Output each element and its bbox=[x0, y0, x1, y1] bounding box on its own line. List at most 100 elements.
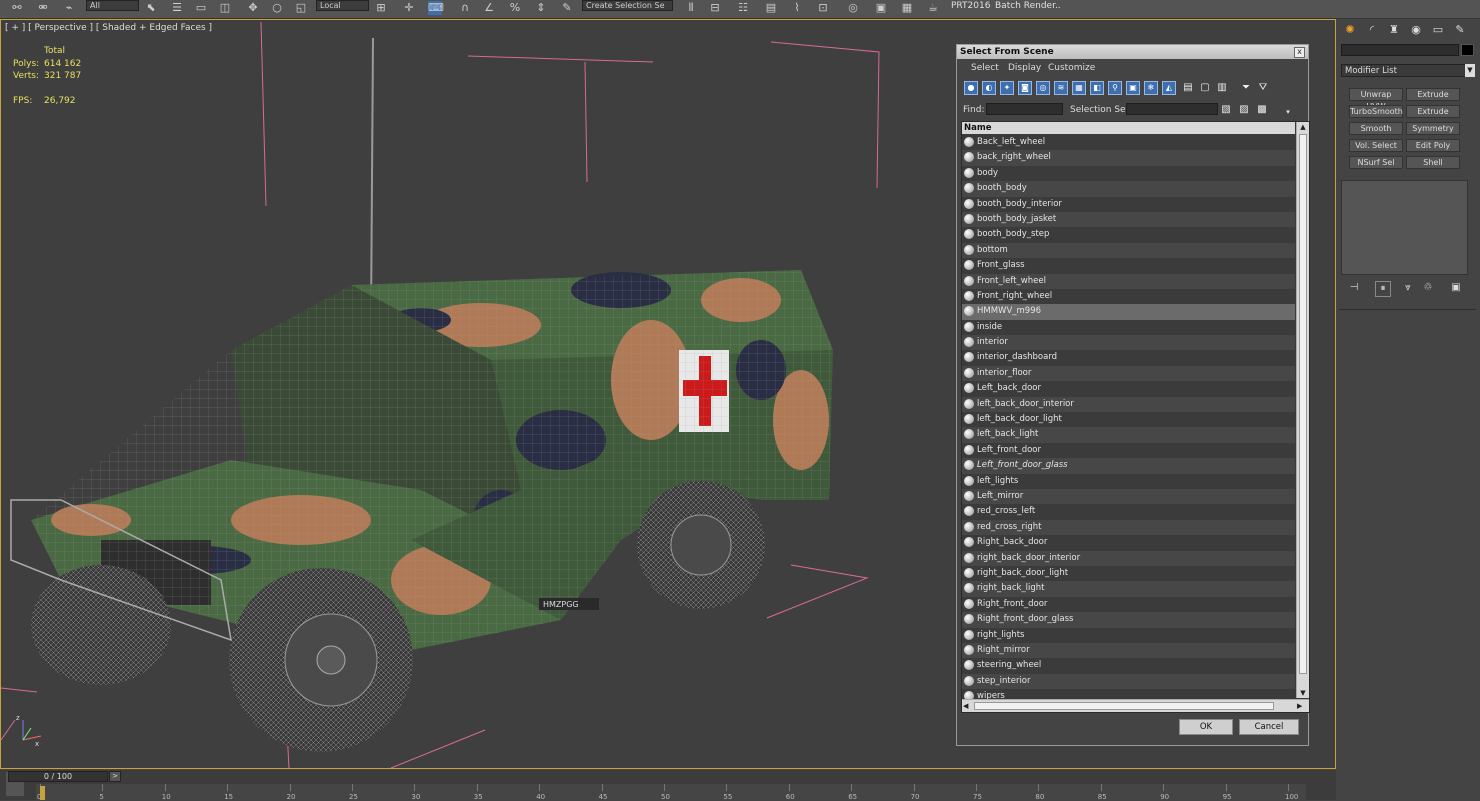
object-row[interactable]: right_back_door_interior bbox=[962, 550, 1295, 566]
shell-button[interactable]: Shell bbox=[1406, 156, 1460, 169]
filter-xrefs-icon[interactable]: ◧ bbox=[1090, 81, 1104, 95]
select-all-icon[interactable]: ▤ bbox=[1182, 81, 1194, 95]
object-row[interactable]: Front_right_wheel bbox=[962, 288, 1295, 305]
curve-editor-icon[interactable]: ⌇ bbox=[790, 1, 804, 15]
select-none-icon[interactable]: ▢ bbox=[1199, 81, 1211, 95]
object-row[interactable]: step_interior bbox=[962, 673, 1295, 690]
object-row[interactable]: back_right_wheel bbox=[962, 150, 1295, 166]
selset-remove-icon[interactable]: ▨ bbox=[1238, 103, 1250, 117]
layer-manager-icon[interactable]: ☷ bbox=[736, 1, 750, 15]
render-setup-icon[interactable]: ▣ bbox=[874, 1, 888, 15]
select-manipulate-icon[interactable]: ✛ bbox=[402, 1, 416, 15]
object-row[interactable]: left_back_door_light bbox=[962, 412, 1295, 428]
create-tab-icon[interactable]: ✺ bbox=[1343, 23, 1357, 37]
menu-select[interactable]: Select bbox=[971, 63, 999, 73]
object-row[interactable]: body bbox=[962, 165, 1295, 182]
object-row[interactable]: Left_mirror bbox=[962, 488, 1295, 505]
object-row[interactable]: booth_body_interior bbox=[962, 196, 1295, 212]
filter-bones-icon[interactable]: ⚲ bbox=[1108, 81, 1122, 95]
scroll-left-icon[interactable]: ◀ bbox=[963, 702, 968, 710]
column-header-name[interactable]: Name bbox=[962, 122, 1295, 134]
object-row[interactable]: interior_dashboard bbox=[962, 350, 1295, 366]
horizontal-scrollbar[interactable]: ◀ ▶ bbox=[962, 699, 1309, 712]
pin-stack-icon[interactable]: ⊣ bbox=[1347, 281, 1361, 295]
filter-hidden-icon[interactable]: ◭ bbox=[1162, 81, 1176, 95]
find-input[interactable] bbox=[986, 103, 1063, 115]
object-row[interactable]: Right_mirror bbox=[962, 642, 1295, 659]
select-by-name-icon[interactable]: ☰ bbox=[170, 1, 184, 15]
object-row[interactable]: steering_wheel bbox=[962, 658, 1295, 674]
utilities-tab-icon[interactable]: ✎ bbox=[1453, 23, 1467, 37]
object-row[interactable]: interior_floor bbox=[962, 365, 1295, 382]
current-frame-marker[interactable] bbox=[40, 786, 45, 800]
object-row[interactable]: bottom bbox=[962, 242, 1295, 259]
object-row[interactable]: Back_left_wheel bbox=[962, 135, 1295, 151]
time-slider[interactable]: 0 / 100 bbox=[8, 771, 108, 782]
select-invert-icon[interactable]: ▥ bbox=[1216, 81, 1228, 95]
motion-tab-icon[interactable]: ◉ bbox=[1409, 23, 1423, 37]
filter-groups-icon[interactable]: ▦ bbox=[1072, 81, 1086, 95]
select-object-icon[interactable]: ⬉ bbox=[144, 1, 158, 15]
modifier-list-arrow-icon[interactable]: ▼ bbox=[1465, 64, 1475, 77]
align-icon[interactable]: ⊟ bbox=[708, 1, 722, 15]
remove-modifier-icon[interactable]: ♲ bbox=[1421, 281, 1435, 295]
edit-poly-button[interactable]: Edit Poly bbox=[1406, 139, 1460, 152]
modify-tab-icon[interactable]: ◜ bbox=[1365, 23, 1379, 37]
filter-options-icon[interactable]: ⛛ bbox=[1257, 81, 1269, 95]
symmetry-button[interactable]: Symmetry bbox=[1406, 122, 1460, 135]
pivot-center-icon[interactable]: ⊞ bbox=[374, 1, 388, 15]
object-row[interactable]: right_back_door_light bbox=[962, 565, 1295, 582]
object-row[interactable]: booth_body bbox=[962, 181, 1295, 197]
filter-shapes-icon[interactable]: ◐ bbox=[982, 81, 996, 95]
cancel-button[interactable]: Cancel bbox=[1239, 719, 1299, 735]
object-row[interactable]: Right_front_door_glass bbox=[962, 612, 1295, 628]
object-color-swatch[interactable] bbox=[1461, 44, 1474, 56]
mirror-icon[interactable]: ⫴ bbox=[684, 1, 698, 15]
track-bar[interactable]: 0510152025303540455055606570758085909510… bbox=[36, 784, 1306, 801]
display-tab-icon[interactable]: ▭ bbox=[1431, 23, 1445, 37]
render-production-icon[interactable]: ☕ bbox=[926, 1, 940, 15]
object-row[interactable]: left_back_light bbox=[962, 427, 1295, 443]
selset-edit-icon[interactable]: ▩ bbox=[1256, 103, 1268, 117]
smooth-button[interactable]: Smooth bbox=[1349, 122, 1403, 135]
modifier-list-dropdown[interactable]: Modifier List bbox=[1341, 64, 1467, 77]
angle-snap-icon[interactable]: ∠ bbox=[482, 1, 496, 15]
snap-toggle-icon[interactable]: ∩ bbox=[458, 1, 472, 15]
scale-icon[interactable]: ◱ bbox=[294, 1, 308, 15]
turbosmooth-button[interactable]: TurboSmooth bbox=[1349, 105, 1403, 118]
object-row[interactable]: left_lights bbox=[962, 473, 1295, 489]
edit-named-sets-icon[interactable]: ✎ bbox=[560, 1, 574, 15]
object-row[interactable]: HMMWV_m996 bbox=[962, 304, 1295, 320]
extrude-button[interactable]: Extrude bbox=[1406, 88, 1460, 101]
named-selection-dropdown[interactable]: Create Selection Se bbox=[582, 0, 673, 11]
object-row[interactable]: Front_left_wheel bbox=[962, 273, 1295, 289]
keyboard-shortcut-icon[interactable]: ⌨ bbox=[428, 1, 444, 15]
schematic-view-icon[interactable]: ⊡ bbox=[816, 1, 830, 15]
configure-modifier-sets-icon[interactable]: ▣ bbox=[1449, 281, 1463, 295]
graphite-ribbon-icon[interactable]: ▤ bbox=[764, 1, 778, 15]
selection-filter-dropdown[interactable]: All bbox=[86, 0, 139, 11]
object-row[interactable]: booth_body_step bbox=[962, 227, 1295, 243]
toolbar-overflow-icon[interactable]: ▾ bbox=[1282, 105, 1294, 119]
menu-customize[interactable]: Customize bbox=[1048, 63, 1095, 73]
object-row[interactable]: Left_back_door bbox=[962, 381, 1295, 397]
dialog-title[interactable]: Select From Scene bbox=[957, 45, 1308, 59]
object-row[interactable]: right_lights bbox=[962, 627, 1295, 643]
vol-select-button[interactable]: Vol. Select bbox=[1349, 139, 1403, 152]
viewport-label[interactable]: [ + ] [ Perspective ] [ Shaded + Edged F… bbox=[5, 23, 212, 33]
object-row[interactable]: interior bbox=[962, 335, 1295, 351]
selset-add-icon[interactable]: ▧ bbox=[1220, 103, 1232, 117]
object-row[interactable]: red_cross_right bbox=[962, 519, 1295, 536]
ok-button[interactable]: OK bbox=[1179, 719, 1233, 735]
rect-selection-icon[interactable]: ▭ bbox=[194, 1, 208, 15]
percent-snap-icon[interactable]: % bbox=[508, 1, 522, 15]
vertical-scrollbar[interactable]: ▲ ▼ bbox=[1296, 122, 1309, 698]
unwrap-uvw-button[interactable]: Unwrap UVW bbox=[1349, 88, 1403, 111]
link-icon[interactable]: ⚯ bbox=[10, 1, 24, 15]
object-row[interactable]: left_back_door_interior bbox=[962, 396, 1295, 413]
object-row[interactable]: red_cross_left bbox=[962, 504, 1295, 520]
filter-containers-icon[interactable]: ▣ bbox=[1126, 81, 1140, 95]
reference-coord-dropdown[interactable]: Local bbox=[316, 0, 369, 11]
object-name-field[interactable] bbox=[1341, 44, 1459, 56]
filter-spacewarps-icon[interactable]: ≋ bbox=[1054, 81, 1068, 95]
